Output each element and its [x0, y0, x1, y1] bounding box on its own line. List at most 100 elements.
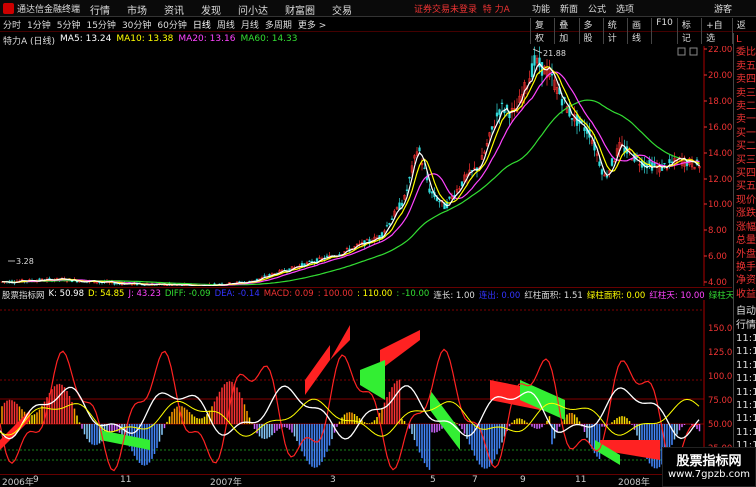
period-30min[interactable]: 30分钟 — [122, 18, 151, 31]
candle-body — [605, 176, 609, 178]
tool-diejia[interactable]: 叠加 — [554, 18, 578, 44]
menu-item-shichang[interactable]: 市场 — [127, 2, 147, 17]
time-label: 5 — [430, 475, 436, 485]
period-15min[interactable]: 15分钟 — [86, 18, 115, 31]
candle-body — [500, 102, 504, 104]
time-label: 7 — [472, 475, 478, 485]
side-label: 卖四 — [736, 74, 756, 86]
side-label: 买一 — [736, 127, 756, 139]
ind-tick: 150.00 — [708, 324, 732, 334]
red-ribbon — [305, 345, 330, 395]
login-warning[interactable]: 证券交易未登录 特 力A — [414, 2, 510, 15]
time-label: 11 — [575, 475, 587, 485]
side-label: 委比 — [736, 47, 756, 59]
side-label: 买五 — [736, 181, 756, 193]
tool-fuquan[interactable]: 复权 — [530, 18, 554, 44]
watermark-url: www.7gpzb.com — [668, 469, 750, 480]
menu-gongshi[interactable]: 公式 — [588, 2, 606, 15]
tool-zixuan[interactable]: +自选 — [701, 18, 732, 44]
menu-item-zixun[interactable]: 资讯 — [164, 2, 184, 17]
high-annotation: 21.88 — [543, 49, 566, 58]
candle-body — [685, 160, 689, 167]
time-label: 2008年 — [618, 478, 650, 487]
period-multi[interactable]: 多周期 — [265, 18, 292, 31]
period-more[interactable]: 更多 > — [298, 18, 326, 31]
price-tick: 20.00 — [708, 71, 732, 81]
title-bar: 通达信金融终端 行情 市场 资讯 发现 问小达 财富圈 交易 证券交易未登录 特… — [0, 0, 756, 17]
time-label: 3 — [330, 475, 336, 485]
watermark: 股票指标网 www.7gpzb.com — [662, 447, 756, 487]
ma10-line — [1, 66, 700, 286]
period-monthly[interactable]: 月线 — [241, 18, 259, 31]
time-label: 2007年 — [210, 478, 242, 487]
menu-xinmian[interactable]: 新面 — [560, 2, 578, 15]
side-time: 11:1 — [736, 346, 756, 358]
menu-item-caifuquan[interactable]: 财富圈 — [285, 2, 315, 17]
ind-tick: 100.00 — [708, 372, 732, 382]
candle-body — [653, 163, 656, 167]
tool-biaoji[interactable]: 标记 — [676, 18, 701, 44]
zoom-minus-icon[interactable] — [677, 47, 686, 56]
period-fenshi[interactable]: 分时 — [3, 18, 21, 31]
side-label: 卖五 — [736, 60, 756, 72]
candle-body — [430, 191, 434, 194]
candle-body — [663, 163, 666, 165]
side-label: 买四 — [736, 168, 756, 180]
price-tick: 10.00 — [708, 200, 732, 210]
side-label: 外盘 — [736, 248, 756, 260]
side-time: 11:1 — [736, 426, 756, 438]
candle-body — [380, 232, 384, 237]
app-name: 通达信金融终端 — [17, 5, 81, 15]
menu-item-jiaoyi[interactable]: 交易 — [332, 2, 352, 17]
period-daily[interactable]: 日线 — [193, 18, 211, 31]
candle-body — [408, 176, 411, 179]
red-ribbon — [330, 325, 350, 360]
period-60min[interactable]: 60分钟 — [157, 18, 186, 31]
kline-chart[interactable]: 21.88 3.28 22.00 20.00 18.00 16.00 14.00… — [0, 46, 732, 286]
side-auto-label[interactable]: 自动 — [734, 305, 756, 318]
candle-body — [570, 118, 574, 120]
indicator-chart[interactable]: 150.00 125.00 100.00 75.00 50.00 25.00 — [0, 300, 732, 473]
zoom-plus-icon[interactable] — [689, 47, 698, 56]
candle-body — [460, 181, 464, 187]
candle-body — [388, 223, 391, 225]
candle-body — [308, 260, 311, 262]
menu-xuanxiang[interactable]: 选项 — [616, 2, 634, 15]
guest-button[interactable]: 游客 — [714, 2, 732, 15]
time-label: 2006年 — [2, 478, 34, 487]
price-tick: 14.00 — [708, 149, 732, 159]
price-tick: 22.00 — [708, 46, 732, 55]
tool-huaxian[interactable]: 画线 — [627, 18, 651, 44]
period-5min[interactable]: 5分钟 — [57, 18, 81, 31]
period-tabs: 分时 1分钟 5分钟 15分钟 30分钟 60分钟 日线 周线 月线 多周期 更… — [3, 18, 332, 31]
side-label: 买三 — [736, 154, 756, 166]
ma10-value: MA10: 13.38 — [116, 34, 174, 44]
menu-item-faxian[interactable]: 发现 — [201, 2, 221, 17]
quote-side-panel: L 委比 卖五 卖四 卖三 卖二 卖一 买一 买二 买三 买四 买五 现价 涨跌… — [733, 33, 756, 473]
side-label: 涨跌 — [736, 208, 756, 220]
period-weekly[interactable]: 周线 — [217, 18, 235, 31]
tool-tongji[interactable]: 统计 — [602, 18, 627, 44]
candle-body — [560, 99, 564, 106]
period-1min[interactable]: 1分钟 — [27, 18, 51, 31]
tool-f10[interactable]: F10 — [651, 18, 677, 44]
candle-body — [648, 159, 651, 164]
side-label: 卖一 — [736, 114, 756, 126]
price-tick: 18.00 — [708, 97, 732, 107]
ma60-value: MA60: 14.33 — [240, 34, 298, 44]
price-tick: 8.00 — [708, 226, 727, 236]
candle-body — [498, 109, 501, 115]
candle-body — [365, 239, 369, 241]
tool-duogu[interactable]: 多股 — [578, 18, 603, 44]
time-label: 9 — [520, 475, 526, 485]
period-bar: 分时 1分钟 5分钟 15分钟 30分钟 60分钟 日线 周线 月线 多周期 更… — [0, 17, 756, 44]
menu-item-hangqing[interactable]: 行情 — [90, 2, 110, 17]
candle-body — [495, 112, 499, 117]
menu-item-wenxiaoda[interactable]: 问小达 — [238, 2, 268, 17]
candle-body — [538, 57, 541, 68]
candle-body — [600, 169, 604, 175]
side-market-label[interactable]: 行情 — [734, 319, 756, 332]
side-time: 11:1 — [736, 386, 756, 398]
menu-gongneng[interactable]: 功能 — [532, 2, 550, 15]
time-axis: 2006年 9 11 2007年 3 5 7 9 11 2008年 — [0, 474, 732, 487]
